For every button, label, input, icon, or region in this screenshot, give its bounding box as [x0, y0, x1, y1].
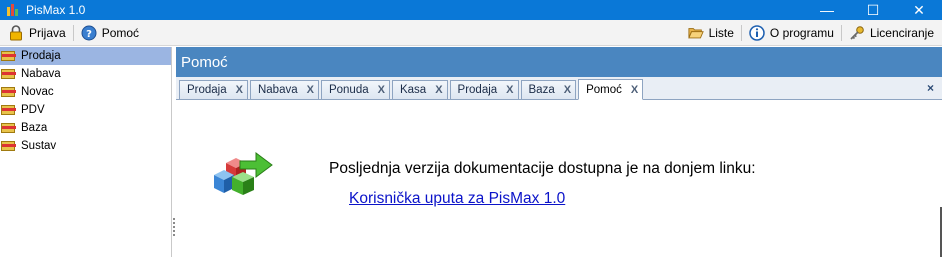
tab-close-icon[interactable]: X — [631, 84, 638, 96]
tab-baza[interactable]: Baza X — [520, 80, 577, 99]
panel-title: Pomoć — [176, 47, 942, 77]
tab-kasa[interactable]: Kasa X — [391, 80, 448, 99]
tab-close-icon[interactable]: X — [506, 84, 513, 96]
menu-prijava-label: Prijava — [29, 25, 66, 40]
module-icon — [0, 50, 17, 63]
help-content: Posljednja verzija dokumentacije dostupn… — [176, 100, 942, 255]
lock-icon — [8, 24, 24, 41]
title-bar: PisMax 1.0 — ☐ ✕ — [0, 0, 942, 20]
menu-licenciranje[interactable]: Licenciranje — [845, 22, 938, 44]
tab-label: Ponuda — [328, 84, 369, 96]
tab-ponuda[interactable]: Ponuda X — [320, 80, 390, 99]
tree-item-label: Nabava — [21, 68, 61, 80]
menu-o-programu-label: O programu — [769, 26, 834, 40]
tab-label: Prodaja — [457, 84, 498, 96]
tab-close-icon[interactable]: X — [236, 84, 243, 96]
maximize-button[interactable]: ☐ — [850, 0, 896, 20]
update-cubes-icon — [214, 152, 273, 195]
menu-pomoc-label: Pomoć — [101, 25, 140, 40]
minimize-button[interactable]: — — [804, 0, 850, 20]
tree-item-novac[interactable]: Novac — [0, 83, 171, 101]
tab-label: Prodaja — [187, 84, 227, 96]
module-icon — [0, 140, 17, 153]
tree-item-pdv[interactable]: PDV — [0, 101, 171, 119]
module-icon — [0, 68, 17, 81]
navigation-tree: Prodaja Nabava Novac PDV Baza Sustav — [0, 47, 172, 257]
key-icon — [849, 25, 865, 41]
tab-close-icon[interactable]: X — [435, 84, 442, 96]
tree-item-sustav[interactable]: Sustav — [0, 137, 171, 155]
tree-item-label: Prodaja — [19, 50, 63, 62]
tree-item-prodaja[interactable]: Prodaja — [0, 47, 171, 65]
menu-liste-label: Liste — [708, 26, 734, 40]
tree-item-label: Baza — [21, 122, 48, 134]
tab-label: Baza — [528, 84, 555, 96]
menu-right-group: Liste O programu Licenciranje — [684, 22, 942, 44]
user-manual-link[interactable]: Korisnička uputa za PisMax 1.0 — [349, 190, 565, 208]
close-all-tabs-icon[interactable]: × — [927, 81, 934, 95]
help-icon: ? — [81, 25, 97, 41]
tab-label: Kasa — [399, 84, 427, 96]
tab-pomoc[interactable]: Pomoć X — [578, 79, 644, 100]
tree-item-label: Novac — [21, 86, 54, 98]
menu-separator — [72, 24, 74, 41]
tab-prodaja[interactable]: Prodaja X — [179, 80, 248, 99]
tree-item-label: Sustav — [21, 140, 57, 152]
menu-prijava[interactable]: Prijava — [4, 22, 70, 44]
module-icon — [0, 104, 17, 117]
tab-close-icon[interactable]: X — [378, 84, 385, 96]
menu-separator — [840, 25, 842, 41]
tab-nabava[interactable]: Nabava X — [249, 80, 319, 99]
menu-licenciranje-label: Licenciranje — [869, 26, 934, 40]
menu-separator — [740, 25, 742, 41]
tree-item-baza[interactable]: Baza — [0, 119, 171, 137]
module-icon — [0, 122, 17, 135]
tree-item-label: PDV — [21, 104, 45, 116]
window-title: PisMax 1.0 — [26, 3, 86, 17]
tree-item-nabava[interactable]: Nabava — [0, 65, 171, 83]
tab-close-icon[interactable]: X — [307, 84, 314, 96]
info-icon — [749, 25, 765, 41]
tab-label: Pomoć — [586, 83, 622, 96]
documentation-message: Posljednja verzija dokumentacije dostupn… — [329, 160, 756, 177]
svg-text:?: ? — [86, 29, 92, 40]
tab-strip: Prodaja X Nabava X Ponuda X Kasa X Proda… — [176, 77, 942, 100]
close-window-button[interactable]: ✕ — [896, 0, 942, 20]
menu-liste[interactable]: Liste — [684, 22, 738, 44]
menu-pomoc[interactable]: ? Pomoć — [77, 22, 143, 44]
tab-label: Nabava — [257, 84, 298, 96]
menu-bar: Prijava ? Pomoć Liste O programu Licenci… — [0, 20, 942, 46]
tab-close-icon[interactable]: X — [564, 84, 571, 96]
menu-o-programu[interactable]: O programu — [745, 22, 838, 44]
main-panel: Pomoć Prodaja X Nabava X Ponuda X Kasa X… — [176, 47, 942, 257]
app-logo-icon — [6, 3, 20, 17]
tab-prodaja-2[interactable]: Prodaja X — [449, 80, 519, 99]
folder-open-icon — [687, 25, 704, 41]
module-icon — [0, 86, 17, 99]
